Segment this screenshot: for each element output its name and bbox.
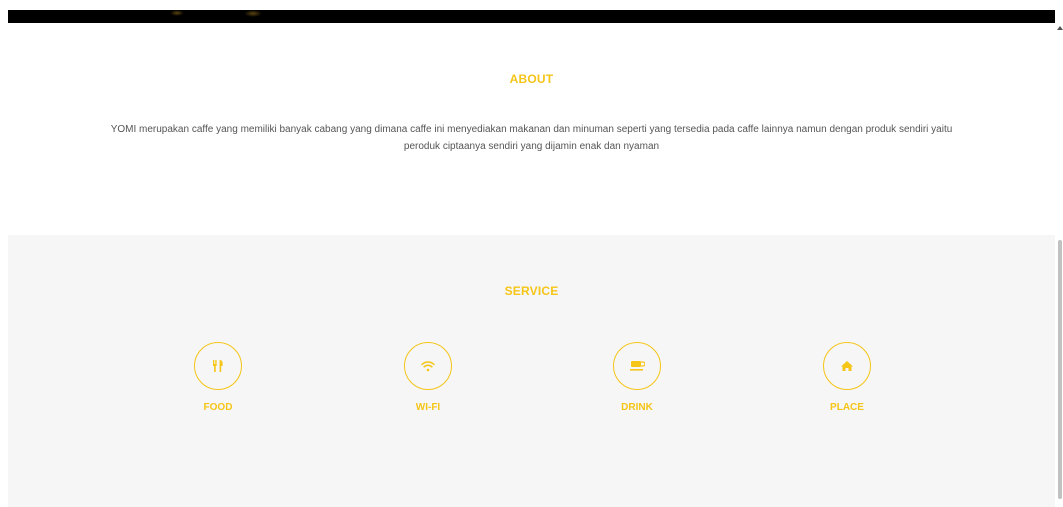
about-section: ABOUT YOMI merupakan caffe yang memiliki… — [8, 23, 1055, 235]
service-item-drink[interactable]: DRINK — [587, 342, 687, 413]
scrollbar-thumb[interactable] — [1058, 240, 1062, 499]
about-title: ABOUT — [509, 72, 554, 86]
coffee-cup-icon — [630, 361, 645, 371]
service-icon-circle — [194, 342, 242, 390]
service-label: PLACE — [830, 402, 864, 413]
service-icon-circle — [823, 342, 871, 390]
about-description: YOMI merupakan caffe yang memiliki banya… — [110, 124, 953, 152]
hero-light-glow — [170, 10, 184, 16]
home-icon — [841, 361, 853, 371]
scroll-up-arrow[interactable] — [1057, 26, 1063, 30]
service-item-food[interactable]: FOOD — [168, 342, 268, 413]
wifi-icon — [421, 361, 435, 372]
service-label: WI-FI — [415, 402, 441, 413]
cutlery-icon — [213, 360, 223, 372]
service-item-wifi[interactable]: WI-FI — [378, 342, 478, 413]
service-icon-circle — [404, 342, 452, 390]
service-item-place[interactable]: PLACE — [797, 342, 897, 413]
service-title: SERVICE — [504, 284, 559, 298]
hero-banner-bottom-edge — [8, 10, 1055, 23]
service-section: SERVICE FOOD WI-FI DRINK PLACE — [8, 235, 1055, 507]
hero-light-glow — [244, 10, 262, 17]
page: ABOUT YOMI merupakan caffe yang memiliki… — [0, 0, 1063, 507]
service-label: DRINK — [621, 402, 653, 413]
service-icon-circle — [613, 342, 661, 390]
service-label: FOOD — [203, 402, 233, 413]
